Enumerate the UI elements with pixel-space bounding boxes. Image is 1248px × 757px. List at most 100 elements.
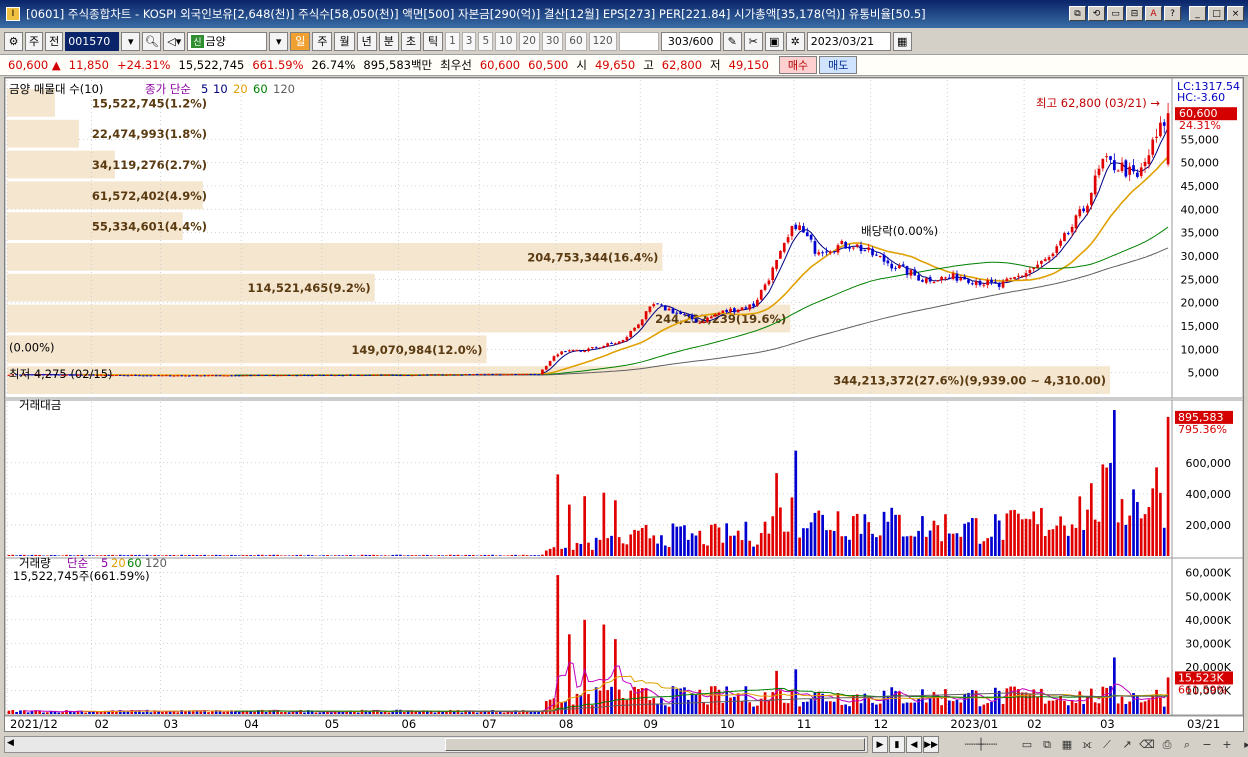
volume-bar <box>314 712 318 714</box>
arrow-icon[interactable]: ↗ <box>1118 736 1136 753</box>
candle-body <box>1024 273 1028 277</box>
minus-icon[interactable]: − <box>1198 736 1216 753</box>
candle-body <box>802 226 805 233</box>
eraser-icon[interactable]: ⌫ <box>1138 736 1156 753</box>
period-year[interactable]: 년 <box>356 31 377 51</box>
amount-bar <box>207 555 210 556</box>
tool-icon[interactable]: ✎ <box>722 31 742 51</box>
scroll-thumb[interactable] <box>445 738 865 751</box>
interval-30[interactable]: 30 <box>541 31 564 51</box>
market-select[interactable]: 주 <box>25 31 44 51</box>
stock-name-field[interactable]: 신 금양 <box>187 31 268 51</box>
print-icon[interactable]: ⎙ <box>1158 736 1176 753</box>
minimize-button[interactable]: _ <box>1189 6 1206 21</box>
x-tick-label: 06 <box>402 717 417 731</box>
name-dropdown-icon[interactable]: ▾ <box>269 31 289 51</box>
interval-1[interactable]: 1 <box>445 31 460 51</box>
font-icon[interactable]: A <box>1145 6 1162 21</box>
layout-icon[interactable]: ▭ <box>1107 6 1124 21</box>
calendar-icon[interactable]: ▦ <box>892 31 912 51</box>
help-icon[interactable]: ? <box>1164 6 1181 21</box>
prev-button[interactable]: 전 <box>45 31 64 51</box>
candle-body <box>222 375 226 377</box>
candle-body <box>763 284 767 290</box>
play-icon[interactable]: ▶ <box>872 736 888 753</box>
chart-area[interactable]: 5,000 10,000 15,000 20,000 25,000 30,000 35,00… <box>4 77 1244 732</box>
maximize-button[interactable]: □ <box>1208 6 1225 21</box>
period-tick[interactable]: 틱 <box>422 31 444 51</box>
search-icon[interactable]: 🔍︎ <box>142 31 162 51</box>
scroll-left-icon[interactable]: ◀ <box>7 738 14 748</box>
period-day[interactable]: 일 <box>290 31 311 51</box>
close-button[interactable]: × <box>1227 6 1244 21</box>
window-icon[interactable]: ▭ <box>1018 736 1036 753</box>
scissors-icon[interactable]: ✂ <box>743 31 763 51</box>
candle-body <box>322 374 326 376</box>
price-legend-period: 20 <box>233 82 248 96</box>
settings-icon[interactable]: ⚙ <box>4 31 23 51</box>
step-back-icon[interactable]: ◀ <box>906 736 922 753</box>
interval-10[interactable]: 10 <box>495 31 517 51</box>
period-minute[interactable]: 분 <box>378 31 399 51</box>
scroll-right-icon[interactable]: ▸ <box>1238 736 1248 753</box>
compare-icon[interactable]: ⧉ <box>1038 736 1056 753</box>
candle-body <box>164 375 168 377</box>
period-week[interactable]: 주 <box>312 31 333 51</box>
candle-body <box>694 318 698 323</box>
trend-icon[interactable]: ⟋ <box>1098 736 1116 753</box>
candle-body <box>1162 122 1166 126</box>
volume-bar <box>944 689 947 714</box>
refresh-icon[interactable]: ⟲ <box>1088 6 1105 21</box>
amount-bar <box>287 555 291 556</box>
interval-60[interactable]: 60 <box>565 31 587 51</box>
chart-svg[interactable]: 5,000 10,000 15,000 20,000 25,000 30,000 35,00… <box>5 78 1243 731</box>
sell-button[interactable]: 매도 <box>819 56 858 74</box>
interval-120[interactable]: 120 <box>588 31 617 51</box>
volume-bar <box>479 711 483 714</box>
interval-5[interactable]: 5 <box>478 31 494 51</box>
volume-bar <box>529 711 533 714</box>
volume-bar <box>848 706 851 714</box>
count-field[interactable]: 303/600 <box>660 31 721 51</box>
buy-button[interactable]: 매수 <box>778 56 818 74</box>
quote-bar: 60,600 ▲ 11,850 +24.31% 15,522,745 661.5… <box>0 54 1248 76</box>
amount-bar <box>88 555 91 556</box>
date-field[interactable]: 2023/03/21 <box>806 31 891 51</box>
split-icon[interactable]: ⊟ <box>1126 6 1143 21</box>
candle-body <box>483 374 487 376</box>
horizontal-scrollbar[interactable]: ◀ <box>4 736 868 753</box>
volume-tick-label: 40,000K <box>1185 614 1231 627</box>
volume-bar <box>1124 703 1128 714</box>
candle-body <box>548 361 552 366</box>
sound-icon[interactable]: ◁▾ <box>163 31 186 51</box>
grid-icon[interactable]: ▦ <box>1058 736 1076 753</box>
stock-code-input[interactable]: 001570 <box>65 31 120 51</box>
period-month[interactable]: 월 <box>334 31 355 51</box>
chevron-down-icon[interactable]: ▾ <box>121 31 141 51</box>
volume-bar <box>226 711 230 714</box>
zoom-icon[interactable]: ⌕ <box>1178 736 1196 753</box>
gear-icon[interactable]: ✲ <box>785 31 805 51</box>
interval-3[interactable]: 3 <box>461 31 477 51</box>
candle-body <box>610 342 613 344</box>
candle-body <box>1132 165 1135 172</box>
zoom-slider-icon[interactable]: ┄┄┼┄┄ <box>946 736 1016 753</box>
interval-custom-input[interactable] <box>618 31 659 51</box>
pause-icon[interactable]: ▮ <box>889 736 905 753</box>
fast-forward-icon[interactable]: ▶▶ <box>923 736 939 753</box>
volume-legend-item: 20 <box>111 556 126 570</box>
volume-bar <box>686 699 690 714</box>
period-second[interactable]: 초 <box>400 31 421 51</box>
save-icon[interactable]: ▣ <box>764 31 784 51</box>
amount-bar <box>280 555 283 556</box>
cross-icon[interactable]: ⟗ <box>1078 736 1096 753</box>
amount-bar <box>168 555 172 556</box>
candle-body <box>878 255 882 257</box>
volume-bar <box>502 712 506 714</box>
x-tick-label: 05 <box>325 717 340 731</box>
interval-20[interactable]: 20 <box>518 31 540 51</box>
plus-icon[interactable]: + <box>1218 736 1236 753</box>
amount-bar <box>675 526 679 556</box>
candle-body <box>134 375 137 377</box>
link-icon[interactable]: ⧉ <box>1069 6 1086 21</box>
